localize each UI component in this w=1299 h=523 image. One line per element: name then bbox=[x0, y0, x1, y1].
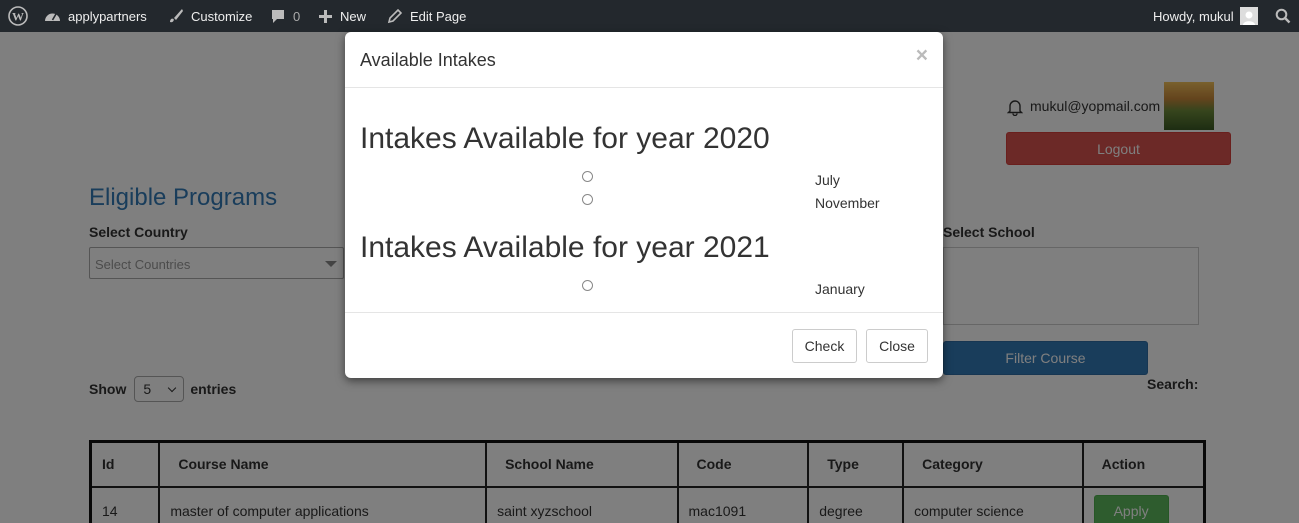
user-avatar-icon bbox=[1239, 7, 1258, 25]
greeting: Howdy, mukul bbox=[1153, 8, 1234, 24]
edit-page-label: Edit Page bbox=[410, 8, 467, 24]
intake-radio-january[interactable] bbox=[582, 280, 593, 291]
plus-icon bbox=[319, 9, 332, 23]
customize-label: Customize bbox=[191, 8, 253, 24]
site-name-menu[interactable]: applypartners bbox=[44, 0, 147, 32]
year-2020-heading: Intakes Available for year 2020 bbox=[360, 122, 770, 155]
customize-link[interactable]: Customize bbox=[168, 0, 252, 32]
edit-page-link[interactable]: Edit Page bbox=[387, 0, 466, 32]
intake-radio-november[interactable] bbox=[582, 194, 593, 205]
search-icon[interactable] bbox=[1275, 0, 1291, 32]
wordpress-logo-icon[interactable]: W bbox=[8, 0, 28, 32]
modal-title: Available Intakes bbox=[360, 50, 496, 70]
available-intakes-modal: Available Intakes × Intakes Available fo… bbox=[345, 32, 943, 378]
my-account-menu[interactable]: Howdy, mukul bbox=[1153, 0, 1258, 32]
new-label: New bbox=[340, 8, 367, 24]
intake-month-november: November bbox=[815, 195, 880, 211]
brush-icon bbox=[168, 8, 184, 24]
intake-month-july: July bbox=[815, 172, 840, 188]
close-icon[interactable]: × bbox=[916, 44, 928, 68]
site-name: applypartners bbox=[68, 8, 147, 24]
admin-bar: W applypartners Customize 0 New Edit Pag… bbox=[0, 0, 1299, 32]
comments-count: 0 bbox=[293, 8, 301, 24]
comment-icon bbox=[271, 9, 285, 24]
pencil-icon bbox=[387, 8, 402, 24]
year-2021-heading: Intakes Available for year 2021 bbox=[360, 231, 770, 264]
modal-body: Intakes Available for year 2020 July Nov… bbox=[345, 88, 943, 313]
modal-footer: Check Close bbox=[345, 313, 943, 377]
new-content-menu[interactable]: New bbox=[319, 0, 366, 32]
modal-header: Available Intakes × bbox=[345, 32, 943, 88]
svg-text:W: W bbox=[12, 10, 24, 24]
intake-radio-july[interactable] bbox=[582, 171, 593, 182]
check-button[interactable]: Check bbox=[792, 329, 857, 363]
comments-link[interactable]: 0 bbox=[271, 0, 300, 32]
dashboard-icon bbox=[44, 9, 61, 23]
intake-month-january: January bbox=[815, 281, 865, 297]
close-button[interactable]: Close bbox=[866, 329, 928, 363]
